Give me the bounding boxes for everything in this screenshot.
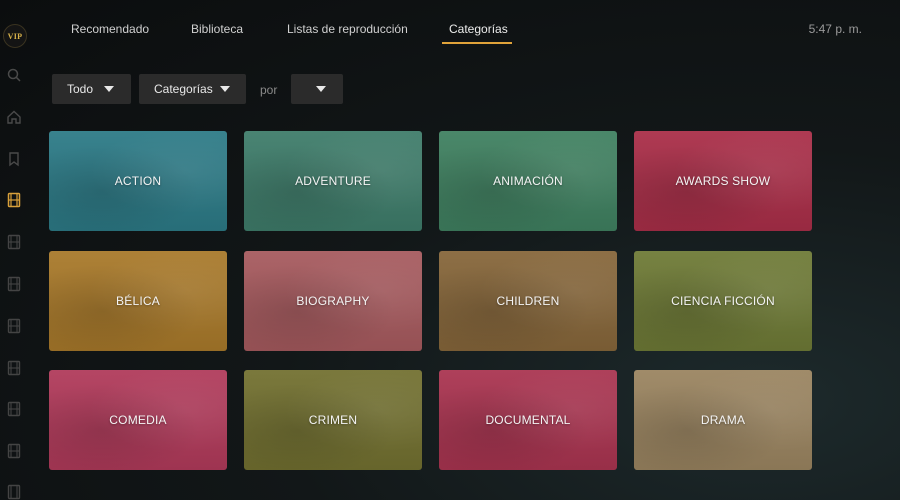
category-label: AWARDS SHOW [675,174,771,188]
sidebar: VIP [0,0,30,500]
film-icon[interactable] [6,234,22,250]
category-tile-children[interactable]: CHILDREN [439,251,617,351]
category-label: BÉLICA [116,294,160,308]
sort-filter-dropdown[interactable] [291,74,343,104]
category-label: ACTION [114,174,162,188]
category-tile-action[interactable]: ACTION [49,131,227,231]
category-tile-drama[interactable]: DRAMA [634,370,812,470]
category-tile-animacion[interactable]: ANIMACIÓN [439,131,617,231]
chevron-down-icon [104,86,114,92]
film-icon[interactable] [6,276,22,292]
category-label: CRIMEN [308,413,358,427]
category-tile-belica[interactable]: BÉLICA [49,251,227,351]
chevron-down-icon [316,86,326,92]
category-tile-ciencia-ficcion[interactable]: CIENCIA FICCIÓN [634,251,812,351]
tab-biblioteca[interactable]: Biblioteca [191,22,243,36]
category-tile-awards-show[interactable]: AWARDS SHOW [634,131,812,231]
category-label: ADVENTURE [295,174,371,188]
film-icon[interactable] [6,484,22,500]
film-icon[interactable] [6,401,22,417]
category-tile-biography[interactable]: BIOGRAPHY [244,251,422,351]
category-label: ANIMACIÓN [493,174,563,188]
active-tab-indicator [442,42,512,44]
category-label: CIENCIA FICCIÓN [671,294,775,308]
category-label: BIOGRAPHY [296,294,370,308]
category-label: COMEDIA [109,413,167,427]
tab-listas[interactable]: Listas de reproducción [287,22,408,36]
category-tile-comedia[interactable]: COMEDIA [49,370,227,470]
film-icon[interactable] [6,360,22,376]
by-label: por [260,83,278,97]
tab-categorias[interactable]: Categorías [449,22,508,36]
film-icon[interactable] [6,443,22,459]
film-icon[interactable] [6,318,22,334]
category-tile-adventure[interactable]: ADVENTURE [244,131,422,231]
top-nav: Recomendado Biblioteca Listas de reprodu… [0,0,900,60]
grouping-filter-label: Categorías [154,82,213,96]
type-filter-label: Todo [67,82,94,96]
category-tile-crimen[interactable]: CRIMEN [244,370,422,470]
home-icon[interactable] [6,109,22,125]
search-icon[interactable] [6,67,22,83]
category-label: CHILDREN [496,294,560,308]
chevron-down-icon [220,86,230,92]
tab-recomendado[interactable]: Recomendado [71,22,149,36]
film-icon[interactable] [6,192,22,208]
category-label: DOCUMENTAL [485,413,571,427]
category-tile-documental[interactable]: DOCUMENTAL [439,370,617,470]
bookmark-icon[interactable] [6,151,22,167]
type-filter-dropdown[interactable]: Todo [52,74,131,104]
clock: 5:47 p. m. [808,22,862,36]
category-label: DRAMA [700,413,746,427]
grouping-filter-dropdown[interactable]: Categorías [139,74,246,104]
